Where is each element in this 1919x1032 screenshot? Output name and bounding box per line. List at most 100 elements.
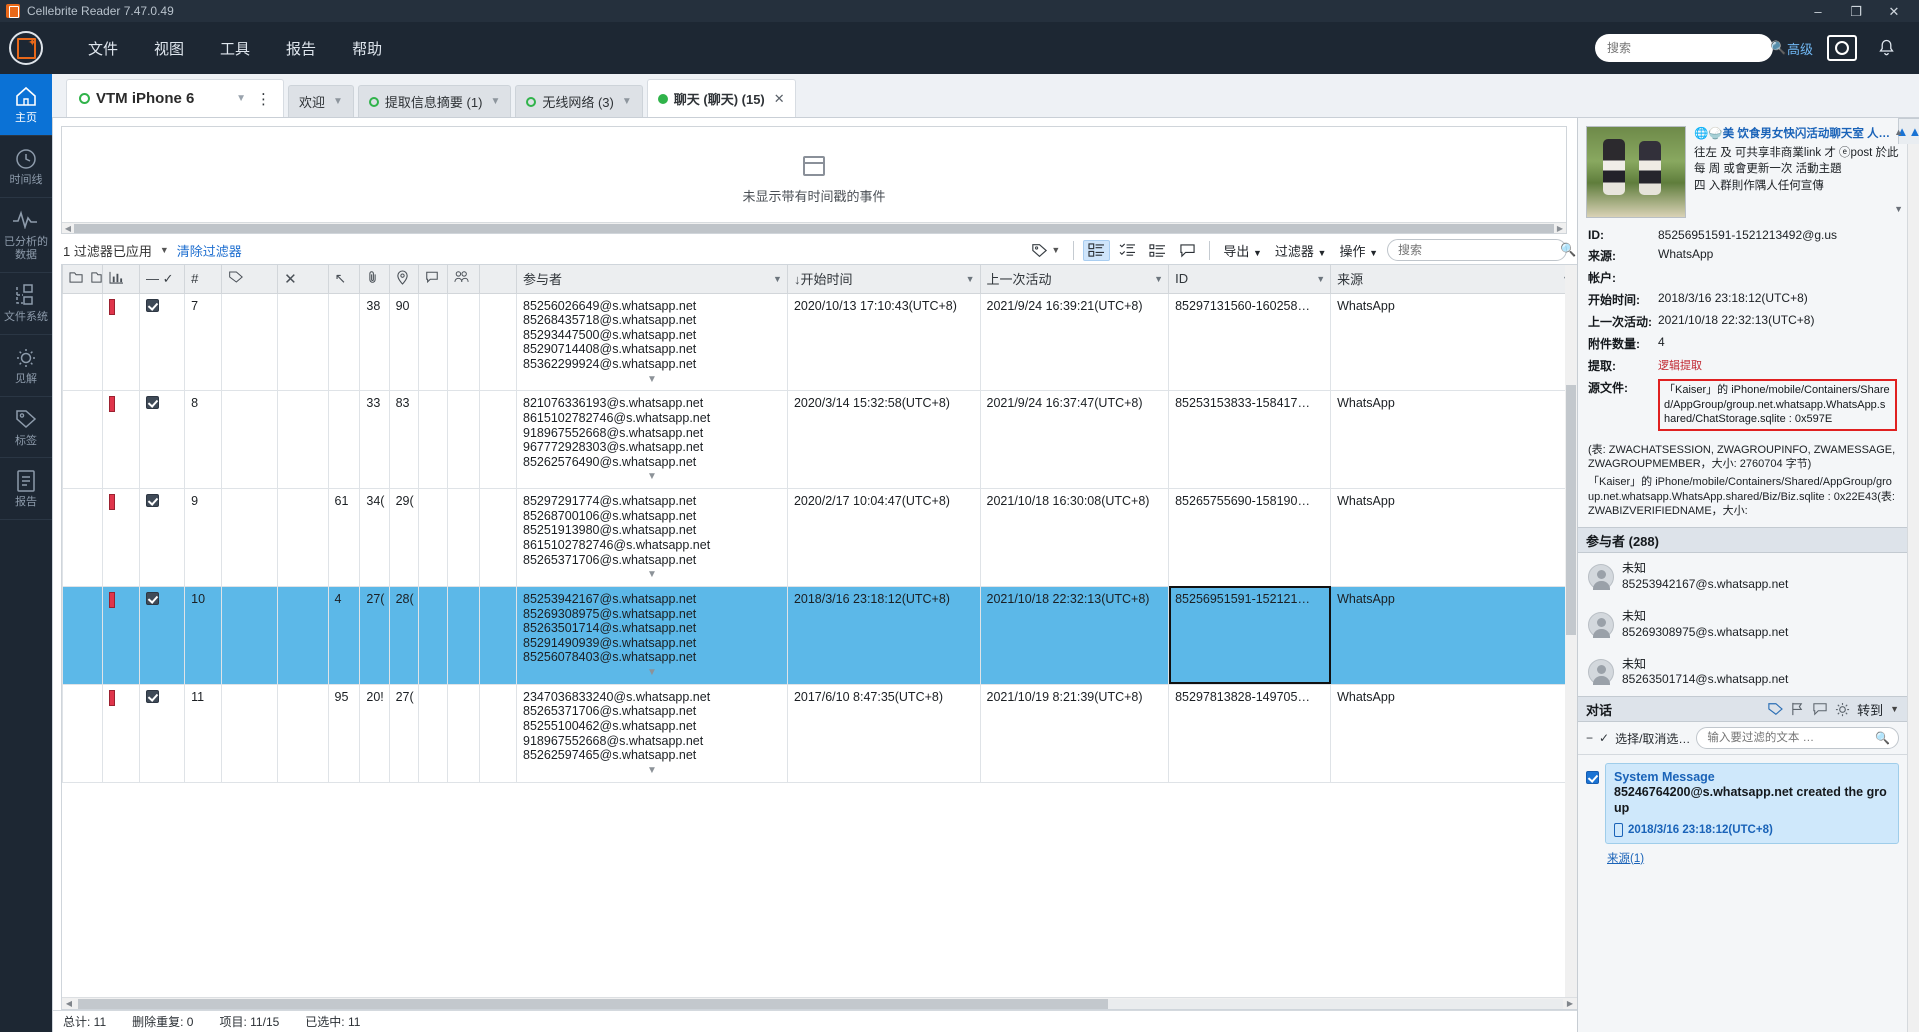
view-checklist-button[interactable]: [1115, 241, 1140, 260]
cell-folder[interactable]: [62, 683, 103, 783]
flag-icon[interactable]: [1790, 702, 1805, 716]
cell-tag[interactable]: [221, 488, 279, 587]
grid-search-input[interactable]: [1396, 242, 1555, 258]
col-id[interactable]: ID ▼: [1168, 265, 1332, 294]
grid-vertical-scrollbar[interactable]: [1565, 265, 1577, 997]
scroll-right-icon[interactable]: ▶: [1563, 999, 1577, 1008]
chevron-down-icon[interactable]: ▼: [236, 93, 246, 104]
cell-folder[interactable]: [62, 585, 103, 685]
cell-check[interactable]: [138, 585, 186, 685]
conversation-search-input[interactable]: [1705, 731, 1871, 746]
chevron-down-icon[interactable]: ▼: [622, 96, 632, 107]
sidebar-item-analyzed-data[interactable]: 已分析的数据: [0, 198, 52, 273]
scroll-left-icon[interactable]: ◀: [62, 224, 74, 233]
menu-report[interactable]: 报告: [268, 30, 334, 67]
col-chat[interactable]: [417, 265, 449, 294]
minimize-button[interactable]: –: [1799, 0, 1837, 22]
table-row[interactable]: 9 61 34( 29( 85297291774@s.whatsapp.net …: [62, 488, 1577, 587]
message-item[interactable]: System Message 85246764200@s.whatsapp.ne…: [1586, 763, 1899, 844]
row-checkbox[interactable]: [146, 298, 159, 312]
view-conversation-button[interactable]: [1175, 241, 1200, 260]
tab-chats[interactable]: 聊天 (聊天) (15) ✕: [646, 79, 796, 117]
device-tab[interactable]: VTM iPhone 6 ▼ ⋮: [66, 79, 284, 117]
expand-participants-icon[interactable]: ▼: [523, 665, 781, 679]
tab-extraction-summary[interactable]: 提取信息摘要 (1) ▼: [357, 85, 512, 117]
scroll-thumb[interactable]: [78, 998, 1109, 1009]
table-row[interactable]: 11 95 20! 27( 2347036833240@s.whatsapp.n…: [62, 683, 1577, 783]
timeline-hscrollbar[interactable]: ◀ ▶: [62, 222, 1566, 233]
table-row[interactable]: 8 33 83 821076336193@s.whatsapp.net 8615…: [62, 390, 1577, 490]
chevron-down-icon[interactable]: ▼: [333, 96, 343, 107]
col-select-all[interactable]: — ✓: [138, 265, 186, 294]
actions-button[interactable]: 操作 ▼: [1335, 239, 1382, 262]
scroll-up-icon[interactable]: ▲: [1894, 127, 1903, 138]
scroll-down-icon[interactable]: ▼: [1894, 203, 1903, 216]
cell-tag[interactable]: [221, 390, 279, 490]
check-icon[interactable]: ✓: [1599, 731, 1609, 745]
sidebar-item-reports[interactable]: 报告: [0, 458, 52, 520]
cell-folder[interactable]: [62, 390, 103, 490]
grid-search[interactable]: 🔍 | ▼: [1387, 239, 1599, 261]
collapse-icon[interactable]: −: [1586, 731, 1593, 745]
col-chart[interactable]: [101, 265, 141, 294]
message-source-link[interactable]: 来源(1): [1586, 844, 1899, 866]
expand-participants-icon[interactable]: ▼: [523, 469, 781, 483]
expand-participants-icon[interactable]: ▼: [523, 372, 781, 386]
cell-tag[interactable]: [221, 683, 279, 783]
row-checkbox[interactable]: [146, 396, 159, 410]
chat-thumbnail[interactable]: [1586, 126, 1686, 218]
search-icon[interactable]: 🔍: [1560, 242, 1576, 258]
col-last-activity[interactable]: 上一次活动 ▼: [979, 265, 1170, 294]
col-source[interactable]: 来源▼: [1330, 265, 1577, 294]
scroll-left-icon[interactable]: ◀: [62, 999, 76, 1008]
expand-participants-icon[interactable]: ▼: [523, 763, 781, 777]
close-button[interactable]: ✕: [1875, 0, 1913, 22]
col-participants[interactable]: 参与者 ▼: [516, 265, 788, 294]
scroll-thumb[interactable]: [74, 223, 1554, 233]
chevron-down-icon[interactable]: ▼: [1890, 704, 1899, 714]
cell-id-focused[interactable]: 85256951591-152121…: [1168, 585, 1332, 685]
clear-filters-link[interactable]: 清除过滤器: [177, 241, 242, 260]
list-item[interactable]: 未知 85263501714@s.whatsapp.net: [1578, 649, 1907, 697]
row-checkbox[interactable]: [146, 591, 159, 605]
col-attachment[interactable]: [359, 265, 390, 294]
gear-icon[interactable]: [1835, 702, 1850, 717]
conversation-search[interactable]: 🔍: [1696, 727, 1899, 750]
col-people[interactable]: [447, 265, 480, 294]
global-search-input[interactable]: [1604, 40, 1764, 56]
device-more-icon[interactable]: ⋮: [252, 90, 275, 108]
menu-view[interactable]: 视图: [136, 30, 202, 67]
chevron-down-icon[interactable]: ▼: [773, 274, 782, 284]
tag-button[interactable]: ▼: [1027, 241, 1064, 260]
list-item[interactable]: 未知 85253942167@s.whatsapp.net: [1578, 553, 1907, 601]
maximize-button[interactable]: ❐: [1837, 0, 1875, 22]
sidebar-item-file-system[interactable]: 文件系统: [0, 273, 52, 335]
scroll-track[interactable]: [1108, 998, 1563, 1009]
menu-help[interactable]: 帮助: [334, 30, 400, 67]
sidebar-item-insights[interactable]: 见解: [0, 335, 52, 397]
export-button[interactable]: 导出 ▼: [1219, 239, 1266, 262]
chat-bubble-icon[interactable]: [1812, 702, 1828, 716]
chevron-down-icon[interactable]: ▼: [1154, 274, 1163, 284]
col-number[interactable]: #: [184, 265, 223, 294]
search-icon[interactable]: 🔍: [1770, 40, 1786, 56]
cell-tag[interactable]: [221, 585, 279, 685]
grid-horizontal-scrollbar[interactable]: ◀ ▶: [62, 997, 1577, 1009]
table-row-selected[interactable]: 10 4 27( 28( 85253942167@s.whatsapp.net …: [62, 585, 1577, 685]
tab-welcome[interactable]: 欢迎 ▼: [288, 85, 354, 117]
menu-file[interactable]: 文件: [70, 30, 136, 67]
tab-wireless-networks[interactable]: 无线网络 (3) ▼: [515, 85, 643, 117]
chevron-down-icon[interactable]: ▼: [490, 96, 500, 107]
check-icon[interactable]: ✓: [163, 271, 174, 286]
chevron-down-icon[interactable]: ▼: [1051, 245, 1060, 255]
select-toggle-label[interactable]: 选择/取消选…: [1615, 730, 1690, 747]
sidebar-item-timeline[interactable]: 时间线: [0, 136, 52, 198]
cell-check[interactable]: [138, 488, 186, 587]
cell-check[interactable]: [138, 390, 186, 490]
chevron-down-icon[interactable]: ▼: [1316, 274, 1325, 284]
cell-check[interactable]: [138, 292, 186, 392]
cell-folder[interactable]: [62, 292, 103, 392]
expand-participants-icon[interactable]: ▼: [523, 567, 781, 581]
cell-folder[interactable]: [62, 488, 103, 587]
advanced-search-link[interactable]: 高级: [1787, 39, 1813, 58]
